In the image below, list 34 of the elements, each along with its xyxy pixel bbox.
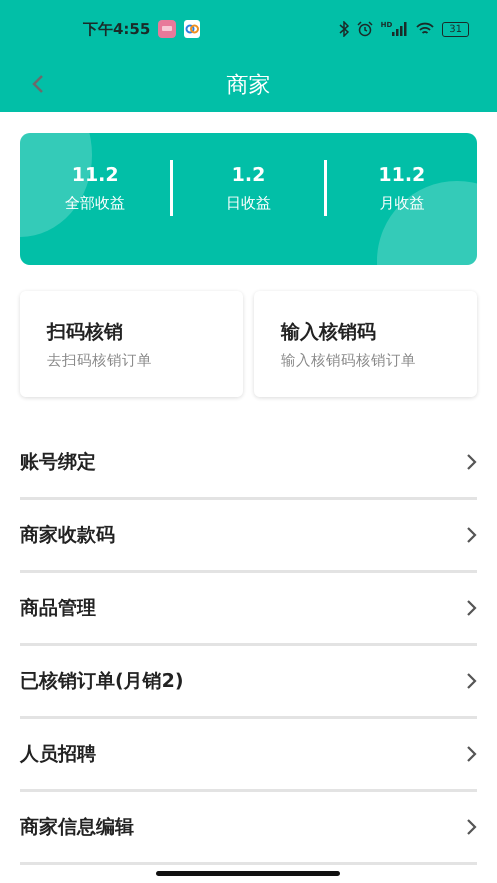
status-time: 下午4:55 (83, 20, 150, 38)
menu-item[interactable]: 人员招聘 (20, 741, 96, 767)
action-card[interactable]: 输入核销码 输入核销码核销订单 (254, 291, 477, 397)
earnings-value: 11.2 (72, 164, 119, 186)
action-card[interactable]: 扫码核销 去扫码核销订单 (20, 291, 243, 397)
chevron-right-icon (466, 453, 477, 471)
menu-item[interactable]: 账号绑定 (20, 449, 96, 475)
earnings-label: 月收益 (379, 194, 424, 212)
bluetooth-icon (338, 21, 349, 37)
action-subtitle: 输入核销码核销订单 (281, 352, 417, 370)
chevron-right-icon (466, 818, 477, 836)
signal-icon (392, 22, 408, 36)
menu-item[interactable]: 商品管理 (20, 595, 96, 621)
chevron-right-icon (466, 526, 477, 544)
alarm-icon (356, 21, 373, 37)
action-title: 输入核销码 (281, 320, 377, 344)
back-icon (32, 74, 44, 94)
action-subtitle: 去扫码核销订单 (47, 352, 153, 370)
app-icon (184, 20, 200, 38)
chevron-right-icon (466, 672, 477, 690)
action-title: 扫码核销 (47, 320, 124, 344)
menu-item[interactable]: 已核销订单(月销2) (20, 668, 184, 694)
earnings-value: 1.2 (232, 164, 266, 186)
chevron-right-icon (466, 745, 477, 763)
earnings-label: 日收益 (226, 194, 271, 212)
wifi-icon (416, 22, 434, 36)
page-title: 商家 (226, 72, 270, 100)
menu-item[interactable]: 商家收款码 (20, 522, 115, 548)
battery-indicator: 31 (442, 22, 469, 36)
earnings-value: 11.2 (378, 164, 426, 186)
chevron-right-icon (466, 599, 477, 617)
app-icon (158, 20, 176, 38)
earnings-label: 全部收益 (65, 194, 126, 212)
menu-item[interactable]: 商家信息编辑 (20, 814, 134, 840)
